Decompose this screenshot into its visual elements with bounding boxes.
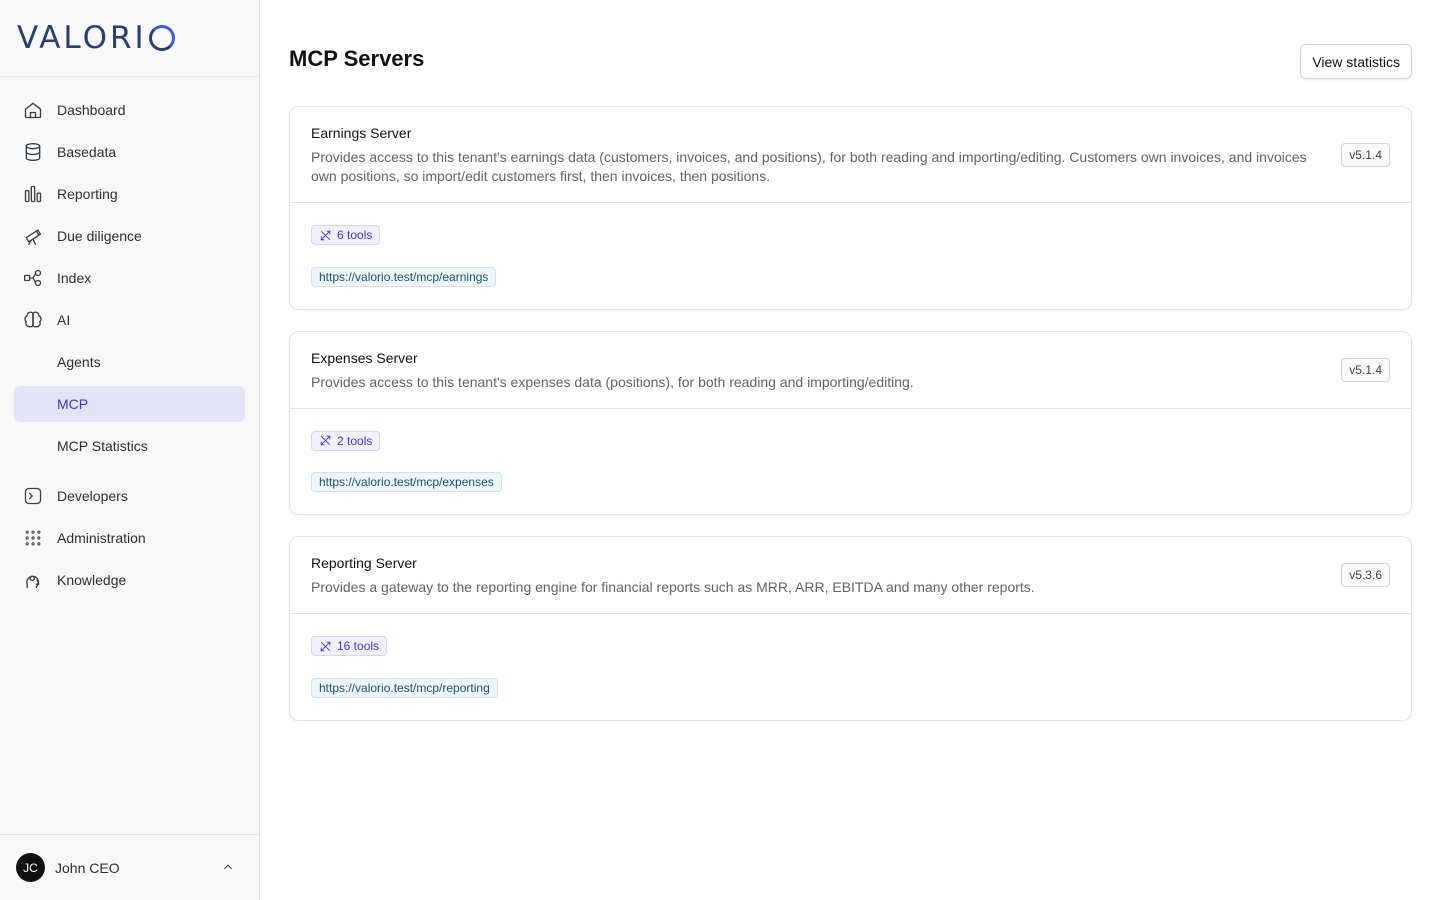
tools-icon (320, 435, 331, 446)
sidebar-item-dashboard[interactable]: Dashboard (14, 92, 245, 128)
version-badge: v5.1.4 (1341, 357, 1390, 382)
server-card-reporting: Reporting Server Provides a gateway to t… (289, 536, 1412, 721)
view-statistics-button[interactable]: View statistics (1300, 44, 1412, 79)
sidebar-item-reporting[interactable]: Reporting (14, 176, 245, 212)
sidebar-item-developers[interactable]: Developers (14, 478, 245, 514)
home-icon (22, 99, 44, 121)
sidebar-item-index[interactable]: Index (14, 260, 245, 296)
bar-chart-icon (22, 183, 44, 205)
sidebar-item-label: Administration (57, 530, 146, 546)
user-name: John CEO (55, 859, 120, 876)
valorio-logo[interactable]: VALORI (17, 22, 175, 54)
server-name: Expenses Server (311, 349, 418, 366)
card-body: 2 tools https://valorio.test/mcp/expense… (290, 409, 1411, 515)
database-icon (22, 141, 44, 163)
server-name: Earnings Server (311, 125, 412, 141)
sidebar-item-ai[interactable]: AI (14, 302, 245, 338)
card-header: Earnings Server Provides access to this … (290, 107, 1411, 203)
head-icon (22, 569, 44, 591)
logo-area: VALORI (0, 0, 259, 77)
sidebar-item-administration[interactable]: Administration (14, 520, 245, 556)
sidebar-item-label: Agents (57, 354, 101, 370)
server-url[interactable]: https://valorio.test/mcp/earnings (311, 266, 497, 287)
network-icon (22, 267, 44, 289)
telescope-icon (22, 225, 44, 247)
sidebar-item-label: Developers (57, 488, 128, 504)
server-name: Reporting Server (311, 555, 417, 571)
sidebar-item-label: MCP (57, 396, 89, 412)
sidebar-item-label: Basedata (57, 144, 117, 160)
card-header: Reporting Server Provides a gateway to t… (290, 537, 1411, 614)
tools-count: 2 tools (337, 433, 373, 448)
tools-badge: 6 tools (311, 225, 381, 245)
version-badge: v5.3.6 (1341, 563, 1390, 587)
tools-count: 6 tools (337, 228, 373, 242)
version-badge: v5.1.4 (1341, 142, 1390, 167)
user-menu[interactable]: JC John CEO (0, 834, 259, 900)
sidebar-item-label: Due diligence (57, 228, 142, 244)
avatar: JC (16, 853, 45, 882)
sidebar-item-label: Dashboard (57, 102, 126, 118)
grid-dots-icon (22, 527, 44, 549)
tools-icon (320, 230, 331, 240)
logo-text: VALORI (17, 20, 147, 56)
sidebar-item-label: MCP Statistics (57, 438, 148, 454)
server-description: Provides a gateway to the reporting engi… (311, 579, 1035, 595)
card-body: 16 tools https://valorio.test/mcp/report… (290, 614, 1411, 720)
sidebar-item-label: Index (57, 270, 92, 286)
server-description: Provides access to this tenant's earning… (311, 149, 1307, 184)
sidebar-item-knowledge[interactable]: Knowledge (14, 562, 245, 598)
sidebar-item-label: Reporting (57, 186, 118, 202)
page-title: MCP Servers (289, 46, 425, 71)
sidebar-item-agents[interactable]: Agents (14, 344, 245, 380)
sidebar-item-due-diligence[interactable]: Due diligence (14, 218, 245, 254)
sidebar-item-mcp-statistics[interactable]: MCP Statistics (14, 428, 245, 464)
sidebar-item-label: AI (57, 312, 71, 328)
sidebar-item-label: Knowledge (57, 572, 127, 588)
sidebar: VALORI Dashboard Basedata Reporting Due … (0, 0, 260, 900)
card-header: Expenses Server Provides access to this … (290, 332, 1411, 409)
server-url[interactable]: https://valorio.test/mcp/expenses (311, 472, 502, 492)
terminal-icon (22, 485, 44, 507)
server-url[interactable]: https://valorio.test/mcp/reporting (311, 677, 498, 698)
server-card-expenses: Expenses Server Provides access to this … (289, 330, 1412, 515)
main-nav: Dashboard Basedata Reporting Due diligen… (14, 92, 245, 604)
server-card-earnings: Earnings Server Provides access to this … (289, 106, 1412, 310)
tools-count: 16 tools (337, 639, 380, 653)
server-description: Provides access to this tenant's expense… (311, 373, 914, 390)
logo-o-mark (148, 25, 175, 51)
tools-icon (320, 641, 331, 651)
sidebar-item-basedata[interactable]: Basedata (14, 134, 245, 170)
brain-icon (22, 309, 44, 331)
sidebar-item-mcp[interactable]: MCP (14, 386, 245, 422)
card-body: 6 tools https://valorio.test/mcp/earning… (290, 203, 1411, 309)
tools-badge: 16 tools (311, 636, 388, 656)
chevron-up-icon[interactable] (221, 860, 237, 876)
tools-badge: 2 tools (311, 430, 381, 451)
server-list: Earnings Server Provides access to this … (289, 106, 1412, 742)
